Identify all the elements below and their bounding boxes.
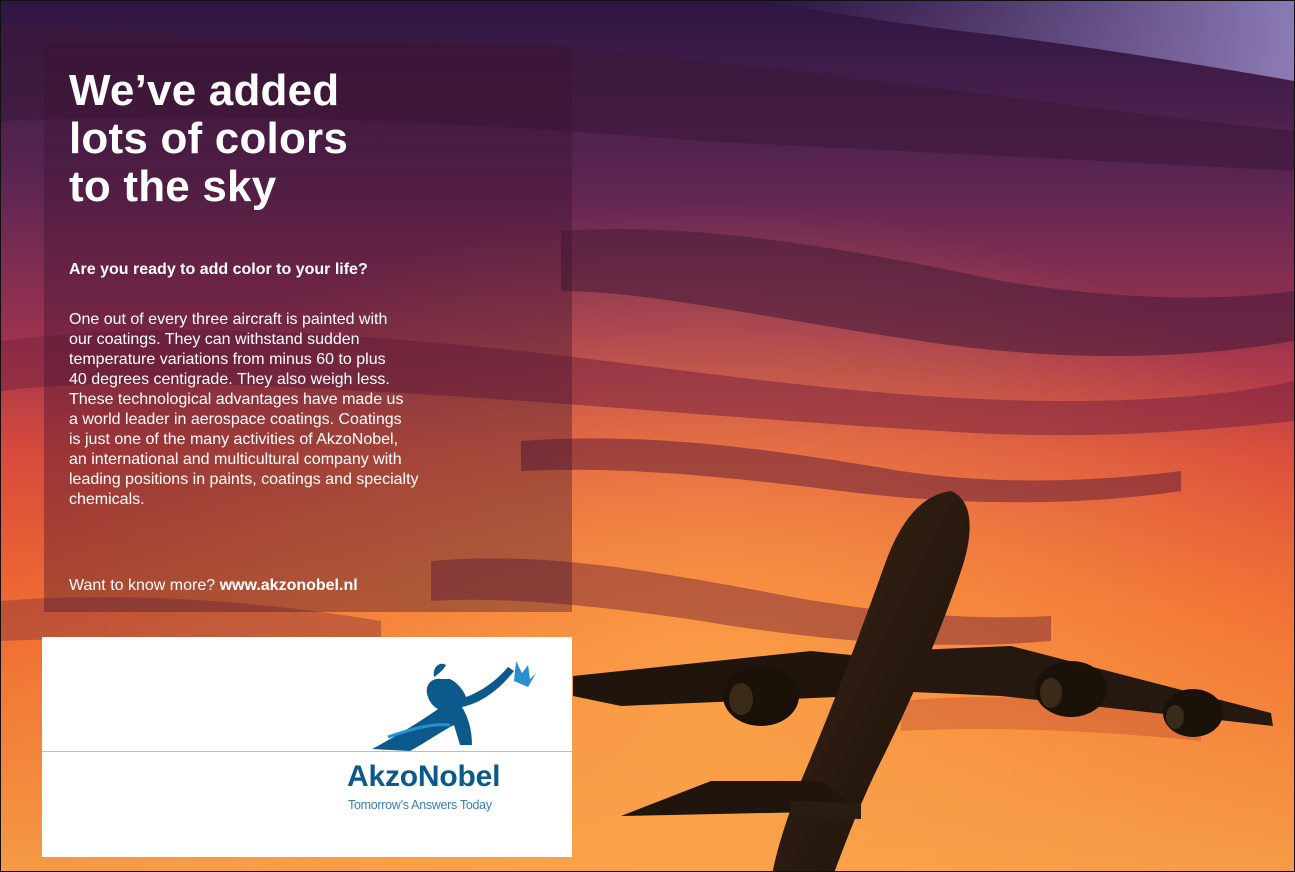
subheading-question: Are you ready to add color to your life?: [69, 261, 368, 278]
brand-tagline: Tomorrow’s Answers Today: [348, 798, 492, 812]
body-line: leading positions in paints, coatings an…: [69, 471, 419, 488]
cta-prefix: Want to know more?: [69, 577, 220, 594]
body-line: a world leader in aerospace coatings. Co…: [69, 411, 402, 428]
body-line: temperature variations from minus 60 to …: [69, 351, 386, 368]
body-line: chemicals.: [69, 491, 145, 508]
ad-banner: We’ve added lots of colors to the sky Ar…: [0, 0, 1295, 872]
brand-wordmark: AkzoNobel: [347, 760, 501, 793]
headline-line: We’ve added: [69, 66, 340, 115]
body-line: One out of every three aircraft is paint…: [69, 311, 388, 328]
body-line: These technological advantages have made…: [69, 391, 404, 408]
headline-line: lots of colors: [69, 114, 349, 163]
body-copy: One out of every three aircraft is paint…: [69, 310, 549, 510]
headline-line: to the sky: [69, 162, 277, 211]
reaching-figure-logo-icon: [372, 661, 536, 751]
call-to-action: Want to know more? www.akzonobel.nl: [69, 576, 358, 596]
airplane-silhouette: [573, 491, 1273, 871]
logo-box: AkzoNobel Tomorrow’s Answers Today: [42, 637, 572, 857]
headline: We’ve added lots of colors to the sky: [69, 67, 348, 211]
body-line: an international and multicultural compa…: [69, 451, 402, 468]
body-line: is just one of the many activities of Ak…: [69, 431, 399, 448]
website-link[interactable]: www.akzonobel.nl: [220, 577, 358, 594]
body-line: our coatings. They can withstand sudden: [69, 331, 360, 348]
body-line: 40 degrees centigrade. They also weigh l…: [69, 371, 390, 388]
